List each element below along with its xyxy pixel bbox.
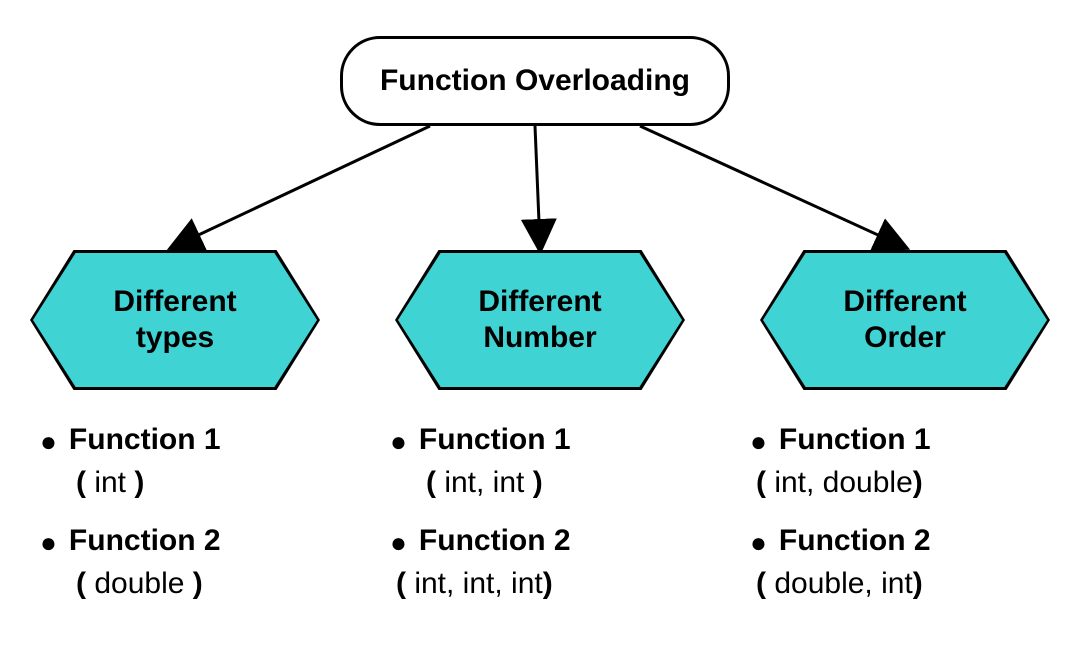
list-item: ● Function 1 (750, 420, 1079, 461)
function-signature: ( int, int ) (426, 463, 720, 504)
branch-label-types: Different types (30, 250, 320, 390)
diagram-canvas: Function Overloading Different types Dif… (0, 0, 1079, 666)
bullet-icon: ● (40, 428, 57, 456)
function-name: Function 2 (779, 521, 931, 562)
branch-list-types: ● Function 1 ( int ) ● Function 2 ( doub… (40, 420, 370, 622)
list-item: ● Function 1 (390, 420, 720, 461)
branch-list-order: ● Function 1 ( int, double) ● Function 2… (750, 420, 1079, 622)
branch-node-number: Different Number (395, 250, 685, 390)
branch-node-order: Different Order (760, 250, 1050, 390)
root-node: Function Overloading (340, 36, 730, 126)
list-item: ● Function 2 (390, 521, 720, 562)
function-name: Function 1 (69, 420, 221, 461)
function-signature: ( double ) (76, 564, 370, 605)
function-name: Function 1 (419, 420, 571, 461)
bullet-icon: ● (40, 529, 57, 557)
function-signature: ( int ) (76, 463, 370, 504)
branch-label-number: Different Number (395, 250, 685, 390)
bullet-icon: ● (750, 529, 767, 557)
function-signature: ( int, int, int) (396, 564, 720, 605)
branch-label-order: Different Order (760, 250, 1050, 390)
function-name: Function 2 (419, 521, 571, 562)
branch-list-number: ● Function 1 ( int, int ) ● Function 2 (… (390, 420, 720, 622)
bullet-icon: ● (390, 529, 407, 557)
bullet-icon: ● (390, 428, 407, 456)
bullet-icon: ● (750, 428, 767, 456)
list-item: ● Function 1 (40, 420, 370, 461)
branch-node-types: Different types (30, 250, 320, 390)
function-signature: ( int, double) (756, 463, 1079, 504)
function-name: Function 2 (69, 521, 221, 562)
list-item: ● Function 2 (40, 521, 370, 562)
function-signature: ( double, int) (756, 564, 1079, 605)
root-title: Function Overloading (380, 64, 690, 98)
function-name: Function 1 (779, 420, 931, 461)
list-item: ● Function 2 (750, 521, 1079, 562)
